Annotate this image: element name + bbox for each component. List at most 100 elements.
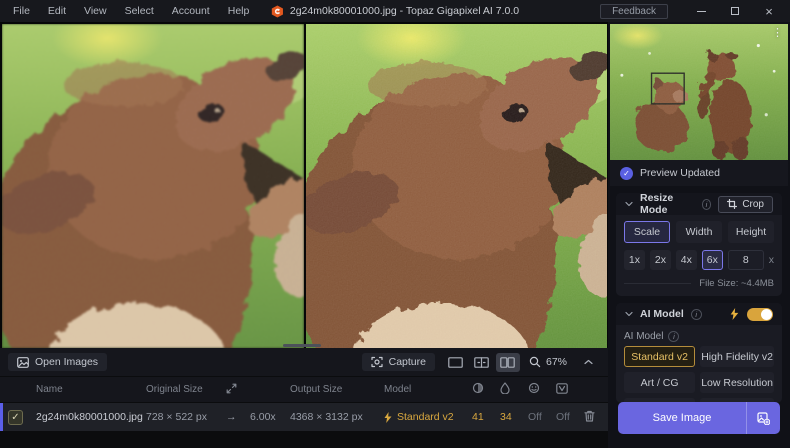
window-title: 2g24m0k80001000.jpg - Topaz Gigapixel AI… bbox=[290, 5, 519, 17]
row-output-size: 4368 × 3132 px bbox=[290, 411, 384, 423]
single-view-button[interactable] bbox=[444, 353, 468, 372]
preview-check-icon: ✓ bbox=[620, 167, 633, 180]
crop-icon bbox=[727, 199, 737, 209]
original-image-pane[interactable] bbox=[2, 24, 304, 348]
close-button[interactable]: × bbox=[752, 0, 786, 22]
ai-model-label-row: AI Model i bbox=[624, 331, 774, 342]
ai-auto-toggle[interactable] bbox=[747, 308, 773, 321]
minimize-button[interactable] bbox=[684, 0, 718, 22]
thumbnail-menu-icon[interactable]: ⋮ bbox=[772, 26, 783, 39]
row-original-size: 728 × 522 px bbox=[146, 411, 226, 423]
gigapixel-logo-icon bbox=[271, 5, 284, 18]
thumbnail-cubs-image bbox=[610, 24, 788, 160]
info-icon: i bbox=[668, 331, 679, 342]
row-checkbox[interactable]: ✓ bbox=[8, 410, 23, 425]
minimize-icon bbox=[697, 11, 706, 12]
right-panel: ⋮ ✓ Preview Updated Resize Mode i bbox=[608, 22, 790, 448]
custom-scale-input[interactable] bbox=[728, 250, 764, 270]
col-output-size: Output Size bbox=[290, 384, 384, 395]
chevron-down-icon bbox=[625, 311, 633, 317]
scale-factor-buttons: 1x 2x 4x 6x x bbox=[624, 250, 774, 270]
navigation-thumbnail[interactable]: ⋮ bbox=[610, 24, 788, 160]
single-view-icon bbox=[448, 357, 463, 368]
horizontal-scrollbar[interactable] bbox=[283, 344, 321, 347]
titlebar: File Edit View Select Account Help 2g24m… bbox=[0, 0, 790, 22]
capture-icon bbox=[371, 356, 383, 368]
capture-button[interactable]: Capture bbox=[362, 353, 435, 371]
split-view-button[interactable] bbox=[470, 353, 494, 372]
row-gamma-value: Off bbox=[556, 411, 584, 423]
open-images-label: Open Images bbox=[35, 356, 98, 368]
side-by-side-view-icon bbox=[500, 357, 515, 368]
save-image-label: Save Image bbox=[618, 412, 746, 424]
main-area: Open Images Capture bbox=[0, 22, 608, 448]
row-selected-indicator bbox=[0, 403, 3, 431]
menu-help[interactable]: Help bbox=[219, 2, 259, 20]
model-standard-v2-button[interactable]: Standard v2 bbox=[624, 346, 695, 367]
row-face-recovery-value: Off bbox=[528, 411, 556, 423]
factor-4x-button[interactable]: 4x bbox=[676, 250, 697, 270]
capture-label: Capture bbox=[389, 356, 426, 368]
model-low-resolution-button[interactable]: Low Resolution bbox=[700, 372, 774, 393]
zoom-level: 67% bbox=[546, 356, 567, 368]
col-model: Model bbox=[384, 384, 472, 395]
save-options-button[interactable] bbox=[746, 402, 780, 434]
feedback-button[interactable]: Feedback bbox=[600, 4, 668, 19]
preview-image-pane[interactable] bbox=[306, 24, 608, 348]
mode-width-button[interactable]: Width bbox=[676, 221, 722, 243]
menu-edit[interactable]: Edit bbox=[39, 2, 75, 20]
maximize-button[interactable] bbox=[718, 0, 752, 22]
collapse-panel-button[interactable] bbox=[576, 353, 600, 372]
queue-header: Name Original Size Output Size Model bbox=[0, 377, 608, 402]
model-art-cg-button[interactable]: Art / CG bbox=[624, 372, 695, 393]
row-filename: 2g24m0k80001000.jpg bbox=[36, 411, 146, 423]
factor-6x-button[interactable]: 6x bbox=[702, 250, 723, 270]
crop-button[interactable]: Crop bbox=[718, 196, 773, 213]
ai-model-grid: Standard v2 High Fidelity v2 Art / CG Lo… bbox=[624, 346, 774, 403]
side-by-side-view-button[interactable] bbox=[496, 353, 520, 372]
magnifier-icon bbox=[529, 356, 541, 368]
resize-icon bbox=[226, 383, 237, 394]
row-deblur-value: 34 bbox=[500, 411, 528, 423]
mode-height-button[interactable]: Height bbox=[728, 221, 774, 243]
titlebar-right: Feedback × bbox=[600, 0, 790, 22]
divider bbox=[624, 283, 691, 284]
navigation-preview-card: ⋮ ✓ Preview Updated bbox=[610, 24, 788, 186]
custom-scale-suffix: x bbox=[769, 254, 774, 266]
factor-2x-button[interactable]: 2x bbox=[650, 250, 671, 270]
close-icon: × bbox=[765, 5, 773, 18]
split-view-icon bbox=[474, 357, 489, 368]
resize-mode-header[interactable]: Resize Mode i Crop bbox=[616, 193, 782, 215]
preview-status-row: ✓ Preview Updated bbox=[610, 160, 788, 186]
viewer-toolbar: Open Images Capture bbox=[0, 348, 608, 376]
ai-model-header[interactable]: AI Model i bbox=[616, 303, 782, 325]
app-window: File Edit View Select Account Help 2g24m… bbox=[0, 0, 790, 448]
ai-model-label: AI Model bbox=[624, 331, 663, 342]
trash-icon bbox=[584, 410, 595, 422]
open-images-button[interactable]: Open Images bbox=[8, 353, 107, 371]
chevron-up-icon bbox=[584, 359, 593, 365]
mode-scale-button[interactable]: Scale bbox=[624, 221, 670, 243]
file-size-row: File Size: ~4.4MB bbox=[624, 278, 774, 289]
upscaled-bear-image bbox=[306, 24, 608, 348]
maximize-icon bbox=[731, 7, 739, 15]
chevron-down-icon bbox=[625, 201, 633, 207]
row-scale: 6.00x bbox=[250, 411, 290, 423]
crop-label: Crop bbox=[742, 199, 764, 210]
menu-file[interactable]: File bbox=[4, 2, 39, 20]
row-model-label: Standard v2 bbox=[397, 411, 454, 423]
model-high-fidelity-v2-button[interactable]: High Fidelity v2 bbox=[700, 346, 774, 367]
original-bear-image bbox=[2, 24, 304, 348]
lightning-icon bbox=[384, 412, 392, 423]
menu-account[interactable]: Account bbox=[163, 2, 219, 20]
save-image-button[interactable]: Save Image bbox=[618, 402, 780, 434]
factor-1x-button[interactable]: 1x bbox=[624, 250, 645, 270]
menu-select[interactable]: Select bbox=[116, 2, 163, 20]
resize-mode-title: Resize Mode bbox=[640, 193, 695, 216]
menu-bar: File Edit View Select Account Help bbox=[0, 2, 258, 20]
menu-view[interactable]: View bbox=[75, 2, 116, 20]
resize-mode-buttons: Scale Width Height bbox=[624, 221, 774, 243]
queue-row[interactable]: ✓ 2g24m0k80001000.jpg 728 × 522 px → 6.0… bbox=[0, 403, 608, 431]
row-denoise-value: 41 bbox=[472, 411, 500, 423]
zoom-control[interactable]: 67% bbox=[529, 356, 567, 368]
